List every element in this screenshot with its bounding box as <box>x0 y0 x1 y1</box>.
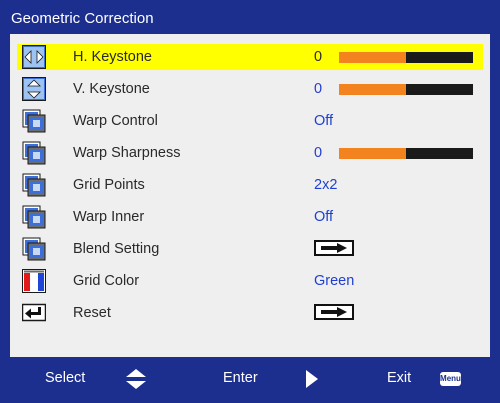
menu-item-label: Grid Points <box>73 177 145 193</box>
exit-hint-label: Exit <box>387 370 412 386</box>
enter-arrow-button[interactable] <box>314 240 354 256</box>
select-hint-label: Select <box>45 370 86 386</box>
menu-item-label: Blend Setting <box>73 241 160 257</box>
menu-item-value: 2x2 <box>314 177 338 193</box>
menu-item-value: Off <box>314 113 334 129</box>
warp-control-icon <box>22 109 46 133</box>
menu-item-value: Green <box>314 273 355 289</box>
menu-item-label: V. Keystone <box>73 81 150 97</box>
menu-item-label: H. Keystone <box>73 49 152 65</box>
level-bar[interactable] <box>339 84 473 95</box>
menu-item-label: Warp Sharpness <box>73 145 181 161</box>
level-bar[interactable] <box>339 148 473 159</box>
up-down-arrow-icon <box>126 369 146 389</box>
menu-item-grid-points[interactable]: Grid Points 2x2 <box>17 172 483 198</box>
menu-item-blend-setting[interactable]: Blend Setting <box>17 236 483 262</box>
level-bar-fill <box>339 52 406 63</box>
menu-button-icon: Menu <box>440 372 461 386</box>
window-title: Geometric Correction <box>11 10 154 27</box>
menu-item-warp-sharpness[interactable]: Warp Sharpness 0 <box>17 140 483 166</box>
grid-color-icon <box>22 269 46 293</box>
warp-inner-icon <box>22 205 46 229</box>
menu-item-warp-control[interactable]: Warp Control Off <box>17 108 483 134</box>
enter-hint-label: Enter <box>223 370 258 386</box>
menu-item-value: 0 <box>314 81 323 97</box>
menu-panel: H. Keystone 0 V. Keystone 0 Warp Control… <box>10 34 490 357</box>
play-arrow-icon <box>306 370 318 388</box>
level-bar[interactable] <box>339 52 473 63</box>
menu-item-grid-color[interactable]: Grid Color Green <box>17 268 483 294</box>
grid-points-icon <box>22 173 46 197</box>
osd-window: Geometric Correction H. Keystone 0 V. Ke… <box>0 0 500 403</box>
menu-item-value: Off <box>314 209 334 225</box>
warp-sharpness-icon <box>22 141 46 165</box>
level-bar-fill <box>339 148 406 159</box>
reset-icon <box>21 301 47 325</box>
v-keystone-icon <box>22 77 46 101</box>
menu-item-reset[interactable]: Reset <box>17 300 483 326</box>
menu-item-v-keystone[interactable]: V. Keystone 0 <box>17 76 483 102</box>
h-keystone-icon <box>22 45 46 69</box>
menu-item-value: 0 <box>314 49 323 65</box>
level-bar-fill <box>339 84 406 95</box>
arrow-right-icon <box>321 243 347 253</box>
menu-item-label: Warp Control <box>73 113 158 129</box>
enter-arrow-button[interactable] <box>314 304 354 320</box>
menu-item-warp-inner[interactable]: Warp Inner Off <box>17 204 483 230</box>
arrow-right-icon <box>321 307 347 317</box>
menu-item-label: Warp Inner <box>73 209 145 225</box>
menu-item-value: 0 <box>314 145 323 161</box>
footer-hints: Select Enter Exit Menu <box>3 357 497 400</box>
menu-item-label: Reset <box>73 305 111 321</box>
blend-setting-icon <box>22 237 46 261</box>
menu-item-h-keystone[interactable]: H. Keystone 0 <box>17 44 483 70</box>
menu-item-label: Grid Color <box>73 273 140 289</box>
